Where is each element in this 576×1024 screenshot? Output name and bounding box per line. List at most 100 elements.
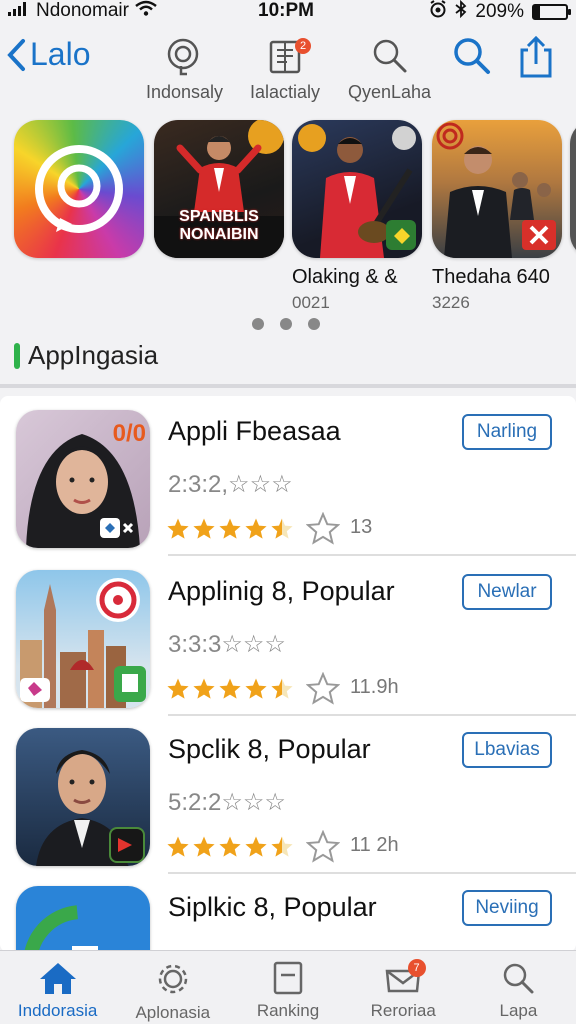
list-item[interactable]: Spclik 8, Popular 5:2:2☆☆☆ 11 2h Lbavias (0, 714, 576, 874)
rate-star-icon[interactable] (306, 830, 340, 864)
tab-label: Inddorasia (17, 1001, 98, 1020)
star-icon (271, 518, 293, 539)
star-icon (219, 678, 241, 699)
nav-item-indonsaly[interactable]: Indonsaly (146, 36, 223, 103)
star-icon (219, 836, 241, 857)
app-subtitle: 3:3:3☆☆☆ (168, 631, 286, 658)
star-icon (245, 678, 267, 699)
tab-updates[interactable]: 7 Reroriaa (346, 951, 461, 1024)
nav-item-label: Ialactialy (250, 82, 321, 102)
clock: 10:PM (258, 0, 314, 21)
divider (0, 384, 576, 388)
app-store-screen: Ndonomair 10:PM 209% Lalo Indonsaly 2 Ia… (0, 0, 576, 1024)
carrier-group: Ndonomair (8, 0, 157, 22)
status-right: 209% (429, 0, 571, 24)
performer-illustration (436, 122, 556, 258)
star-icon (271, 678, 293, 699)
app-action-button[interactable]: Lbavias (462, 732, 552, 768)
star-icon (219, 518, 241, 539)
back-label: Lalo (30, 36, 91, 72)
featured-number: 3226 (432, 293, 470, 312)
top-navigation: Lalo Indonsaly 2 Ialactialy QyenLaha (0, 30, 576, 110)
list-item[interactable]: 0/0 Appli Fbeasaa 2:3:2,☆☆☆ 13 Narling (0, 396, 576, 556)
nav-item-qyenlaha[interactable]: QyenLaha (348, 36, 431, 103)
featured-card-partial[interactable] (570, 120, 576, 258)
portrait-illustration (36, 750, 145, 866)
star-icon (193, 836, 215, 857)
featured-art-text: SPANBLIS NONAIBIN (179, 208, 259, 243)
tab-label: Aplonasia (135, 1003, 211, 1022)
city-illustration (20, 578, 146, 708)
featured-carousel[interactable]: SPANBLIS NONAIBIN Olaking & & 0021 Theda… (0, 120, 576, 320)
status-bar: Ndonomair 10:PM 209% (0, 0, 576, 24)
pager-dot[interactable] (280, 318, 292, 330)
tab-home[interactable]: Inddorasia (0, 951, 115, 1024)
wifi-icon (135, 0, 157, 22)
app-title: Siplkic 8, Popular (168, 892, 377, 922)
star-icon (193, 678, 215, 699)
gear-icon (158, 964, 188, 994)
app-icon (16, 886, 150, 952)
list-item[interactable]: Applinig 8, Popular 3:3:3☆☆☆ 11.9h Newla… (0, 556, 576, 716)
section-title: AppIngasia (28, 340, 159, 370)
star-icon (167, 518, 189, 539)
ranking-card-icon (273, 961, 303, 995)
rating-count: 11.9h (350, 676, 399, 698)
featured-art (14, 120, 144, 258)
app-action-button[interactable]: Neviing (462, 890, 552, 926)
search-button[interactable] (452, 36, 492, 81)
featured-card[interactable]: Olaking & & 0021 (292, 120, 422, 313)
signal-icon (8, 0, 30, 22)
nav-item-label: Indonsaly (146, 82, 224, 102)
share-icon (520, 35, 552, 78)
tab-apps[interactable]: Aplonasia (115, 951, 230, 1024)
star-icon (271, 836, 293, 857)
star-icon (167, 836, 189, 857)
document-badge-icon: 2 (267, 36, 312, 76)
notification-badge: 7 (407, 959, 426, 977)
carrier-name: Ndonomair (36, 0, 129, 21)
back-button[interactable]: Lalo (6, 36, 91, 73)
app-icon-badge: 0/0 (112, 420, 146, 447)
star-rating (166, 830, 342, 864)
app-icon: 0/0 (16, 410, 150, 548)
search-icon (504, 963, 534, 994)
pager-dot[interactable] (252, 318, 264, 330)
rate-star-icon[interactable] (306, 672, 340, 706)
tab-search[interactable]: Lapa (461, 951, 576, 1024)
nav-item-label: QyenLaha (348, 82, 432, 102)
featured-art (292, 120, 422, 258)
app-title: Appli Fbeasaa (168, 416, 341, 446)
tab-ranking[interactable]: Ranking (230, 951, 345, 1024)
star-icon (167, 678, 189, 699)
app-title: Applinig 8, Popular (168, 576, 395, 606)
tab-label: Lapa (499, 1001, 538, 1020)
pager-dot[interactable] (308, 318, 320, 330)
app-subtitle: 2:3:2,☆☆☆ (168, 471, 293, 498)
featured-card[interactable]: Thedaha 640 3226 (432, 120, 562, 313)
app-action-button[interactable]: Narling (462, 414, 552, 450)
featured-number: 0021 (292, 293, 330, 312)
featured-art (432, 120, 562, 258)
share-button[interactable] (518, 35, 554, 83)
tab-label: Ranking (256, 1001, 320, 1020)
app-action-button[interactable]: Newlar (462, 574, 552, 610)
star-rating (166, 672, 342, 706)
featured-card[interactable]: SPANBLIS NONAIBIN (154, 120, 284, 258)
rate-star-icon[interactable] (306, 512, 340, 546)
search-icon (370, 36, 410, 76)
star-icon (245, 836, 267, 857)
carousel-pager[interactable] (252, 318, 320, 330)
featured-card[interactable] (14, 120, 144, 258)
list-item[interactable]: Siplkic 8, Popular Neviing (0, 872, 576, 952)
featured-art (570, 120, 576, 258)
search-icon (454, 38, 490, 74)
alarm-icon (429, 0, 447, 24)
app-icon (16, 728, 150, 866)
app-list[interactable]: 0/0 Appli Fbeasaa 2:3:2,☆☆☆ 13 Narling A… (0, 396, 576, 952)
section-header: AppIngasia (14, 340, 158, 371)
battery-icon (532, 4, 571, 20)
star-rating (166, 512, 342, 546)
nav-item-ialactialy[interactable]: 2 Ialactialy (250, 36, 320, 103)
rating-count: 11 2h (350, 834, 399, 856)
